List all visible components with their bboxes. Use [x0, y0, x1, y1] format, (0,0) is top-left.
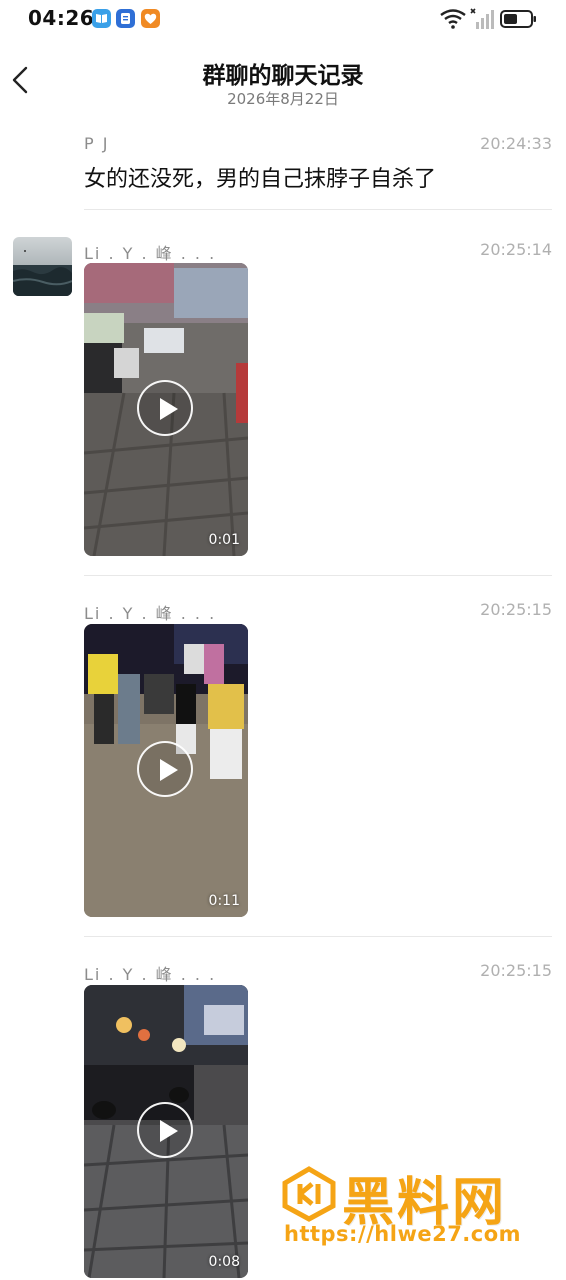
watermark-url: https://hlwe27.com	[284, 1222, 522, 1246]
play-button[interactable]	[137, 1102, 193, 1158]
message-divider	[84, 209, 552, 210]
message-time: 20:25:14	[480, 240, 552, 259]
play-icon	[160, 1120, 178, 1142]
watermark-logo-icon	[282, 1166, 336, 1222]
no-sim-signal-icon	[470, 8, 494, 29]
status-indicators	[440, 8, 540, 30]
message-text[interactable]: 女的还没死，男的自己抹脖子自杀了	[84, 161, 436, 193]
avatar[interactable]	[13, 237, 72, 296]
wifi-icon	[440, 9, 466, 29]
play-icon	[160, 398, 178, 420]
status-bar: 04:26	[0, 0, 566, 38]
message-sender: Li . Y . 峰 . . .	[84, 965, 217, 984]
watermark: 黑料网 https://hlwe27.com	[280, 1160, 550, 1256]
page-title: 群聊的聊天记录	[202, 63, 364, 89]
video-duration: 0:08	[208, 1254, 240, 1270]
book-icon	[92, 9, 111, 28]
chat-header: 群聊的聊天记录 2026年8月22日	[0, 48, 566, 114]
play-button[interactable]	[137, 741, 193, 797]
video-message[interactable]: 0:01	[84, 263, 248, 556]
message-time: 20:25:15	[480, 600, 552, 619]
message-time: 20:24:33	[480, 134, 552, 153]
message-sender: P J	[84, 134, 110, 153]
video-message[interactable]: 0:08	[84, 985, 248, 1278]
battery-icon	[500, 10, 536, 28]
notes-icon	[116, 9, 135, 28]
message-sender: Li . Y . 峰 . . .	[84, 244, 217, 263]
status-time: 04:26	[28, 6, 95, 30]
play-icon	[160, 759, 178, 781]
video-duration: 0:01	[208, 532, 240, 548]
chat-date: 2026年8月22日	[227, 90, 339, 108]
message-divider	[84, 936, 552, 937]
heart-icon	[141, 9, 160, 28]
play-button[interactable]	[137, 380, 193, 436]
message-divider	[84, 575, 552, 576]
video-duration: 0:11	[208, 893, 240, 909]
message-sender: Li . Y . 峰 . . .	[84, 604, 217, 623]
message-time: 20:25:15	[480, 961, 552, 980]
video-message[interactable]: 0:11	[84, 624, 248, 917]
